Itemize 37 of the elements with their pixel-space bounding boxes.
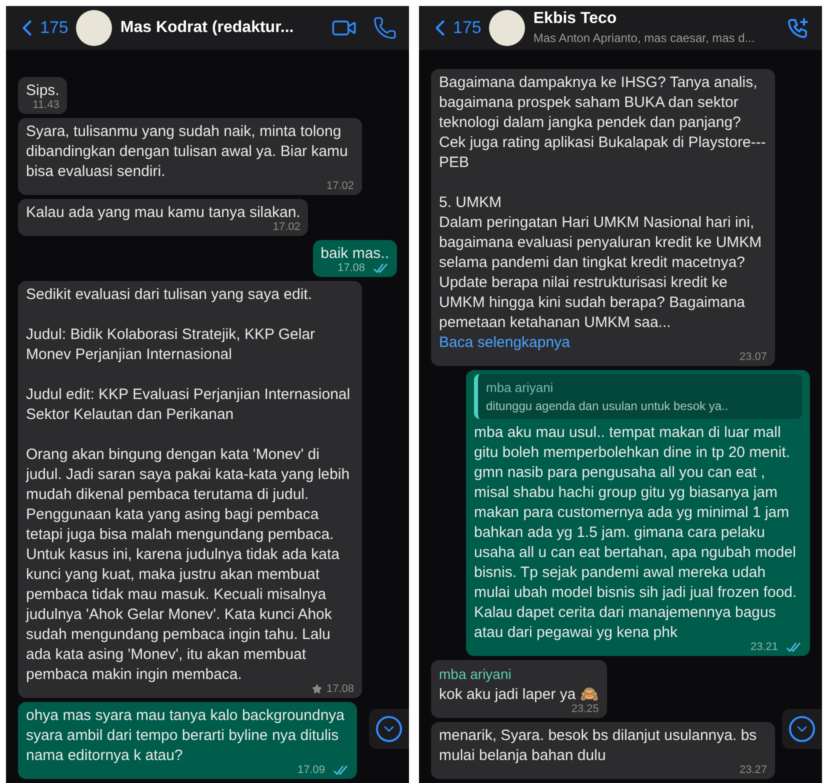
message-text: Bagaimana dampaknya ke IHSG? Tanya analis, bagaimana prospek saham BUKA dan sektor teknologi dalam jangka pendek dan panjang? Cek juga rating aplikasi Bukalapak di Playstore--- PEB 5. UMKM Dalam peringatan Hari UMKM Nasional hari ini, bagaimana evaluasi penyaluran kredit ke UMKM selama pandemi dan tingkat kredit macetnya? Update berapa nilai restrukturisasi kredit ke UMKM hingga kini sudah berapa? Bagaimana pemetaan ketahanan UMKM saa...: [439, 72, 767, 332]
message-time: 23.21: [750, 640, 778, 654]
read-more-link[interactable]: Baca selengkapnya: [439, 334, 570, 350]
chat-subtitle: Mas Anton Aprianto, mas caesar, mas d...: [533, 30, 756, 47]
message-time: 23.25: [571, 702, 599, 716]
star-icon: [312, 684, 322, 694]
quote-sender: mba ariyani: [486, 378, 554, 397]
sender-name: mba ariyani: [439, 665, 512, 684]
message-text: ohya mas syara mau tanya kalo backgroundnya syara ambil dari tempo berarti byline nya ditulis nama editornya k atau?: [26, 706, 346, 765]
message-text: menarik, Syara. besok bs dilanjut usulannya. bs mulai belanja bahan dulu: [439, 726, 758, 765]
back-button[interactable]: 175: [14, 15, 68, 41]
message-time: 17.08: [337, 261, 365, 275]
message-time: 11.43: [32, 98, 60, 112]
message-text: Syara, tulisanmu yang sudah naik, minta tolong dibandingkan dengan tulisan awal ya. Biar kamu bisa evaluasi sendiri.: [26, 122, 349, 181]
quote-text: ditunggu agenda dan usulan untuk besok ya..: [486, 398, 730, 415]
add-call-icon[interactable]: [786, 16, 810, 40]
message-text: Sedikit evaluasi dari tulisan yang saya edit. Judul: Bidik Kolaborasi Stratejik, KKP Gelar Monev Perjanjian Internasional Judul edit: KKP Evaluasi Perjanjian Internasional Sektor Kelautan dan Perikanan Orang akan bingung dengan kata 'Monev' di judul. Jadi saran saya pakai kata-kata yang lebih mudah dikenal pembaca terutama di judul. Penggunaan kata yang asing bagi pembaca tetapi juga bisa malah mengundang pembaca. Untuk kasus ini, karena judulnya tidak ada kata kunci yang kuat, maka justru akan membuat pembaca tidak mau masuk. Kecuali misalnya judulnya 'Ahok Gelar Monev'. Kata kunci Ahok sudah mengundang pembaca ingin tahu. Lalu ada kata asing 'Monev', itu akan membuat pembaca makin ingin membaca.: [26, 285, 352, 684]
scroll-down-button[interactable]: [369, 709, 409, 749]
scroll-down-button[interactable]: [782, 709, 822, 749]
quoted-message[interactable]: mba ariyani ditunggu agenda dan usulan untuk besok ya..: [474, 374, 802, 419]
message-time: 23.07: [739, 350, 767, 364]
message-time: 17.09: [297, 763, 325, 777]
message-text: Kalau ada yang mau kamu tanya silakan.: [26, 203, 300, 222]
message-time: 17.02: [326, 179, 354, 193]
phone-icon[interactable]: [373, 16, 397, 40]
message-text: kok aku jadi laper ya 🙈: [439, 685, 599, 704]
message-text: mba aku mau usul.. tempat makan di luar mall gitu boleh memperbolehkan dine in tp 20 menit. gmn nasib para pengusaha all you can eat , misal shabu hachi group gitu yg biasanya jam makan para customernya ada yg minimal 1 jam bahkan ada yg 1.5 jam. gimana cara pelaku usaha all u can eat bertahan, apa ngubah model bisnis. Tp sejak pandemi awal mereka udah mulai ubah model bisnis sih jadi jual frozen food. Kalau dapet cerita dari manajemennya bagus atau dari pegawai yg kena phk: [474, 423, 798, 642]
message-text: baik mas..: [320, 244, 389, 263]
message-time: 23.27: [739, 763, 767, 777]
back-button[interactable]: 175: [427, 15, 482, 41]
message-time: 17.02: [272, 220, 300, 234]
avatar[interactable]: [489, 10, 526, 46]
avatar[interactable]: [76, 10, 112, 46]
message-time: 17.08: [326, 682, 354, 696]
chat-title[interactable]: Mas Kodrat (redaktur...: [120, 18, 323, 38]
chat-title[interactable]: Ekbis Teco: [533, 9, 778, 29]
message-text: Sips.: [26, 81, 60, 100]
